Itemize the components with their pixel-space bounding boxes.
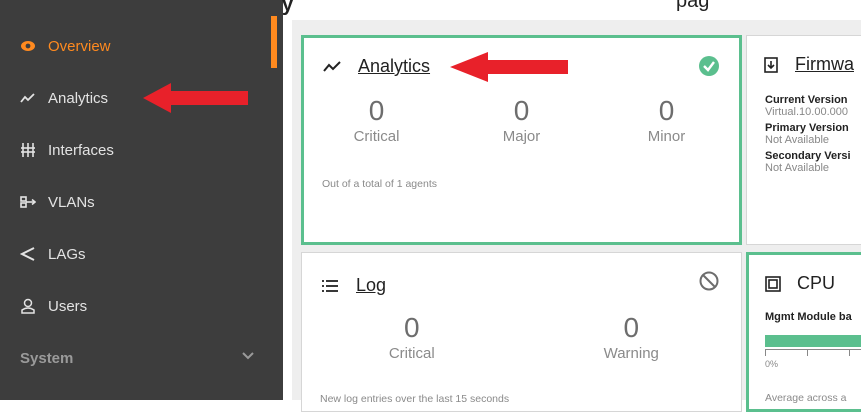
cpu-title[interactable]: CPU bbox=[797, 273, 835, 294]
firmware-row-value: Virtual.10.00.000 bbox=[765, 106, 848, 118]
analytics-title-link[interactable]: Analytics bbox=[358, 56, 430, 77]
trend-icon bbox=[20, 90, 36, 106]
sidebar-item-lags[interactable]: LAGs bbox=[0, 228, 283, 280]
cpu-card-header: CPU bbox=[763, 273, 835, 294]
count-critical: 0 Critical bbox=[304, 95, 449, 146]
firmware-row-value: Not Available bbox=[765, 162, 830, 174]
log-card: Log 0 Critical 0 Warning New log entries… bbox=[301, 252, 742, 412]
firmware-row-value: Not Available bbox=[765, 134, 830, 146]
firmware-title-link[interactable]: Firmwa bbox=[795, 54, 854, 75]
sidebar-item-label: Analytics bbox=[48, 89, 109, 107]
count-value: 0 bbox=[623, 312, 640, 343]
analytics-footer: Out of a total of 1 agents bbox=[322, 178, 437, 190]
sidebar-item-label: VLANs bbox=[48, 193, 95, 211]
dashboard: Analytics 0 Critical 0 Major 0 Minor Out… bbox=[292, 20, 861, 412]
cpu-axis-start-label: 0% bbox=[765, 359, 779, 369]
sidebar-section-label: System bbox=[20, 349, 74, 367]
ports-icon bbox=[20, 142, 36, 158]
count-warning: 0 Warning bbox=[522, 312, 742, 363]
log-footer: New log entries over the last 15 seconds bbox=[320, 393, 510, 405]
annotation-arrow bbox=[143, 83, 248, 113]
vlan-icon bbox=[20, 194, 36, 210]
sidebar-item-overview[interactable]: Overview bbox=[0, 16, 283, 72]
analytics-counts: 0 Critical 0 Major 0 Minor bbox=[304, 95, 739, 146]
sidebar-top-edge bbox=[0, 0, 283, 20]
firmware-row: Current Version Virtual.10.00.000 bbox=[765, 94, 848, 118]
trend-icon bbox=[322, 58, 342, 76]
firmware-row: Primary Version Not Available bbox=[765, 122, 849, 146]
sidebar: Overview Analytics Interfaces VLANs LAGs… bbox=[0, 16, 283, 400]
count-value: 0 bbox=[403, 312, 420, 343]
list-icon bbox=[320, 277, 340, 295]
cpu-usage-bar bbox=[765, 335, 861, 347]
eye-icon bbox=[20, 38, 36, 54]
firmware-row-key: Current Version bbox=[765, 94, 848, 106]
check-circle-icon bbox=[699, 56, 719, 81]
count-label: Critical bbox=[353, 128, 400, 145]
firmware-row-key: Primary Version bbox=[765, 122, 849, 134]
cpu-card: CPU Mgmt Module ba 0% Average across a bbox=[746, 252, 861, 412]
download-box-icon bbox=[761, 56, 781, 74]
firmware-card-header: Firmwa bbox=[761, 54, 854, 75]
sidebar-item-label: Overview bbox=[48, 37, 111, 55]
count-label: Minor bbox=[647, 128, 686, 145]
sidebar-item-label: Interfaces bbox=[48, 141, 114, 159]
count-value: 0 bbox=[513, 95, 530, 126]
user-icon bbox=[20, 298, 36, 314]
analytics-card-header: Analytics bbox=[322, 56, 430, 77]
count-value: 0 bbox=[658, 95, 675, 126]
count-label: Critical bbox=[388, 345, 435, 362]
disabled-icon bbox=[699, 271, 719, 296]
sidebar-item-label: LAGs bbox=[48, 245, 86, 263]
annotation-arrow bbox=[450, 52, 568, 82]
cropped-header-text: pag bbox=[676, 0, 710, 12]
log-title-link[interactable]: Log bbox=[356, 275, 386, 296]
count-label: Warning bbox=[603, 345, 659, 362]
firmware-card: Firmwa Current Version Virtual.10.00.000… bbox=[746, 35, 861, 245]
log-counts: 0 Critical 0 Warning bbox=[302, 312, 742, 363]
cpu-footer: Average across a bbox=[765, 392, 847, 404]
count-minor: 0 Minor bbox=[594, 95, 739, 146]
cpu-axis bbox=[765, 349, 861, 356]
sidebar-item-users[interactable]: Users bbox=[0, 280, 283, 332]
cpu-subtitle: Mgmt Module ba bbox=[765, 311, 852, 323]
count-critical: 0 Critical bbox=[302, 312, 522, 363]
share-icon bbox=[20, 246, 36, 262]
firmware-row: Secondary Versi Not Available bbox=[765, 150, 851, 174]
firmware-row-key: Secondary Versi bbox=[765, 150, 851, 162]
log-card-header: Log bbox=[320, 275, 386, 296]
sidebar-item-label: Users bbox=[48, 297, 88, 315]
cropped-header-glyph: y bbox=[282, 0, 294, 16]
header-strip: y pag bbox=[0, 0, 861, 20]
sidebar-item-vlans[interactable]: VLANs bbox=[0, 176, 283, 228]
sidebar-item-interfaces[interactable]: Interfaces bbox=[0, 124, 283, 176]
sidebar-section-system[interactable]: System bbox=[0, 332, 283, 384]
chip-icon bbox=[763, 275, 783, 293]
active-indicator bbox=[271, 16, 277, 68]
count-major: 0 Major bbox=[449, 95, 594, 146]
count-value: 0 bbox=[368, 95, 385, 126]
count-label: Major bbox=[502, 128, 541, 145]
chevron-down-icon bbox=[241, 348, 255, 365]
